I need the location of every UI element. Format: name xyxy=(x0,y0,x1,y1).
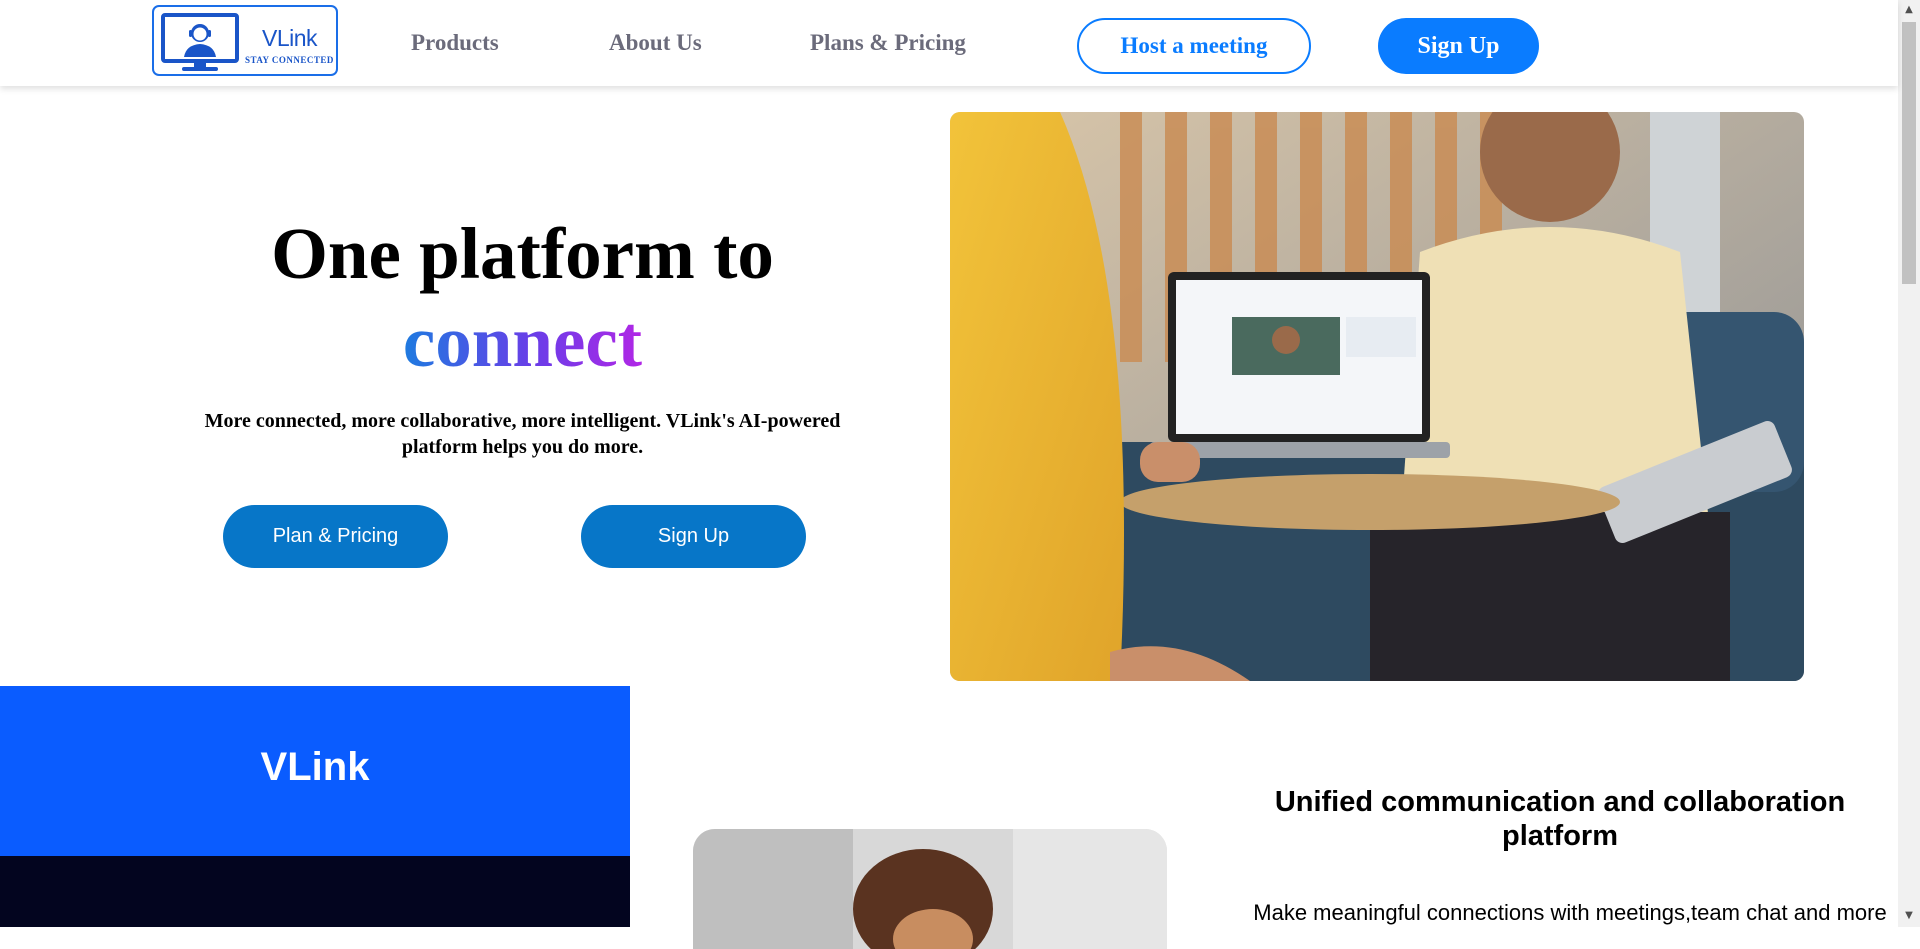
nav-link-about-us[interactable]: About Us xyxy=(609,30,702,56)
nav-link-products[interactable]: Products xyxy=(411,30,499,56)
host-meeting-button[interactable]: Host a meeting xyxy=(1077,18,1311,74)
vlink-logo[interactable]: VLink STAY CONNECTED xyxy=(152,5,338,76)
nav-link-plans-pricing[interactable]: Plans & Pricing xyxy=(810,30,966,56)
top-navbar: VLink STAY CONNECTED Products About Us P… xyxy=(0,0,1898,86)
monitor-person-icon xyxy=(161,13,239,71)
hero-title: One platform to connect xyxy=(140,210,905,386)
vertical-scrollbar[interactable]: ▲ ▼ xyxy=(1898,0,1920,927)
hero-subtitle: More connected, more collaborative, more… xyxy=(204,410,841,458)
scrollbar-thumb[interactable] xyxy=(1902,22,1916,284)
nav-sign-up-button[interactable]: Sign Up xyxy=(1378,18,1539,74)
unified-platform-text: Make meaningful connections with meeting… xyxy=(1253,900,1887,925)
scroll-up-arrow-icon[interactable]: ▲ xyxy=(1903,4,1915,16)
scroll-down-arrow-icon[interactable]: ▼ xyxy=(1903,910,1915,922)
hero-title-gradient-word: connect xyxy=(402,301,643,382)
logo-name: VLink xyxy=(262,25,318,51)
dark-panel xyxy=(0,856,630,927)
person-photo xyxy=(693,829,1167,949)
vlink-brand-title: VLink xyxy=(260,745,370,789)
hero-sign-up-button[interactable]: Sign Up xyxy=(581,505,806,568)
unified-platform-heading: Unified communication and collaboration … xyxy=(1274,786,1846,852)
plan-pricing-button[interactable]: Plan & Pricing xyxy=(223,505,448,568)
hero-title-line1: One platform to xyxy=(271,213,774,294)
hero-photo-video-meeting xyxy=(950,112,1804,681)
logo-tagline: STAY CONNECTED xyxy=(245,55,334,65)
